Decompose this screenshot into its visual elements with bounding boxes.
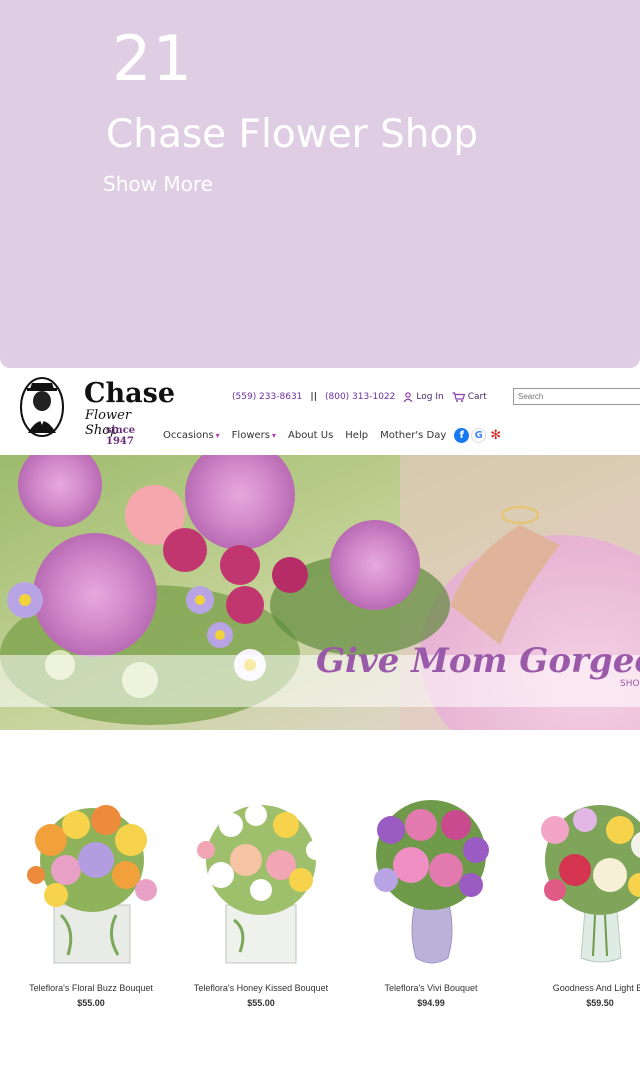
facebook-icon[interactable]: f: [454, 428, 470, 443]
product-name[interactable]: Goodness And Light Bo: [515, 983, 640, 993]
card-title: Chase Flower Shop: [106, 112, 479, 157]
nav-mothers-day[interactable]: Mother's Day: [380, 430, 446, 441]
main-nav: Occasions ▾ Flowers ▾ About Us Help Moth…: [163, 428, 504, 443]
phone-local-link[interactable]: (559) 233-8631: [232, 392, 302, 402]
website-preview: Chase Flower Shop since 1947 (559) 233-8…: [0, 370, 640, 1080]
product-price: $55.00: [77, 998, 105, 1008]
nav-about[interactable]: About Us: [288, 430, 333, 441]
nav-flowers[interactable]: Flowers ▾: [232, 430, 276, 441]
product-image: [541, 805, 640, 963]
phone-tollfree-link[interactable]: (800) 313-1022: [325, 392, 395, 402]
product-image: [374, 800, 489, 964]
show-more-link[interactable]: Show More: [103, 172, 213, 196]
header-topline: (559) 233-8631 || (800) 313-1022 Log In …: [232, 390, 487, 404]
chevron-down-icon: ▾: [271, 431, 276, 440]
product-name[interactable]: Teleflora's Vivi Bouquet: [346, 983, 516, 993]
cart-icon: [452, 392, 465, 402]
social-links: f G ✻: [454, 428, 504, 443]
cart-label: Cart: [467, 392, 487, 402]
product-card[interactable]: Goodness And Light Bo $59.50: [515, 775, 640, 1015]
nav-occasions-label: Occasions: [163, 430, 214, 441]
shop-logo[interactable]: Chase Flower Shop since 1947: [18, 375, 175, 447]
yelp-icon[interactable]: ✻: [488, 428, 504, 443]
product-name[interactable]: Teleflora's Floral Buzz Bouquet: [6, 983, 176, 993]
product-price: $59.50: [586, 998, 614, 1008]
login-label: Log In: [416, 392, 444, 402]
nav-flowers-label: Flowers: [231, 430, 270, 441]
product-card[interactable]: Teleflora's Honey Kissed Bouquet $55.00: [176, 775, 346, 1015]
hero-banner[interactable]: Give Mom Gorgeous SHO: [0, 455, 640, 730]
logo-since: since 1947: [106, 425, 136, 447]
google-icon[interactable]: G: [471, 428, 487, 443]
nav-occasions[interactable]: Occasions ▾: [163, 430, 220, 441]
product-card[interactable]: Teleflora's Floral Buzz Bouquet $55.00: [6, 775, 176, 1015]
login-link[interactable]: Log In: [403, 392, 444, 402]
user-icon: [403, 392, 413, 402]
logo-wordmark: Chase: [84, 378, 175, 409]
product-name[interactable]: Teleflora's Honey Kissed Bouquet: [176, 983, 346, 993]
phone-separator: ||: [310, 392, 317, 402]
card-number: 21: [112, 22, 193, 95]
chevron-down-icon: ▾: [215, 431, 220, 440]
product-image: [27, 805, 157, 964]
nav-help[interactable]: Help: [345, 430, 368, 441]
story-card: 21 Chase Flower Shop Show More: [0, 0, 640, 368]
product-card[interactable]: Teleflora's Vivi Bouquet $94.99: [346, 775, 516, 1015]
site-header: Chase Flower Shop since 1947 (559) 233-8…: [0, 370, 640, 454]
product-image: [197, 804, 326, 964]
search-input[interactable]: [513, 388, 640, 405]
logo-portrait-icon: [20, 377, 64, 437]
product-row: Teleflora's Floral Buzz Bouquet $55.00 T…: [0, 775, 640, 1025]
product-price: $94.99: [417, 998, 445, 1008]
product-price: $55.00: [247, 998, 275, 1008]
hero-headline: Give Mom Gorgeous: [316, 641, 640, 681]
hero-shop-cta[interactable]: SHO: [620, 679, 640, 689]
cart-link[interactable]: Cart: [452, 392, 487, 402]
